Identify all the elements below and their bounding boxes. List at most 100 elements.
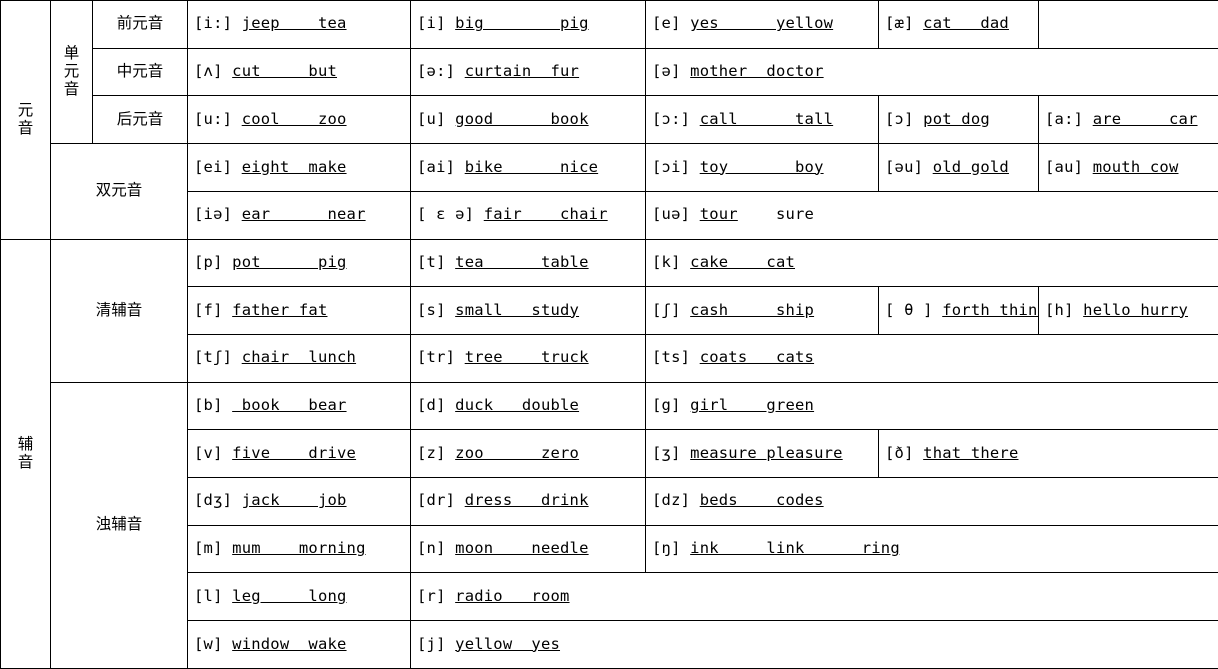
phoneme-cell: [k] cake cat	[645, 238, 1218, 288]
phoneme-cell: [u:] cool zoo	[187, 95, 411, 145]
subsection-header-monophthong: 单元音	[50, 0, 93, 145]
phoneme-cell: [dʒ] jack job	[187, 477, 411, 526]
phoneme-cell: [w] window wake	[187, 620, 411, 669]
phoneme-examples: small study	[455, 300, 580, 319]
phoneme-examples: mum morning	[232, 539, 366, 558]
phoneme-cell: [ai] bike nice	[410, 143, 646, 192]
phoneme-cell: [u] good book	[410, 95, 646, 145]
phoneme-symbol: [d]	[417, 396, 446, 415]
phoneme-examples: duck double	[455, 396, 580, 415]
table-row-voiceless-1: 辅音 清辅音 [p] pot pig [t] tea table [k] cak…	[0, 238, 1218, 669]
phoneme-cell: [ʌ] cut but	[187, 47, 411, 97]
phoneme-examples: toy boy	[699, 157, 824, 176]
phoneme-symbol: [ʃ]	[652, 300, 681, 319]
phoneme-examples: tour sure	[699, 205, 815, 224]
phoneme-cell: [ts] coats cats	[645, 333, 1218, 383]
phoneme-cell: [ɔi] toy boy	[645, 143, 879, 192]
phoneme-symbol: [m]	[194, 539, 223, 558]
phoneme-examples: good book	[455, 109, 589, 128]
table-row-diphthong-1: 双元音 [ei] eight make [ai] bike nice [ɔi] …	[1, 143, 1218, 240]
table-row-front-vowel: 元音 单元音 前元音 [i:] jeep tea [i] big pig [e]…	[0, 0, 1218, 240]
phoneme-cell: [s] small study	[410, 286, 646, 335]
phoneme-examples: mother doctor	[690, 62, 824, 81]
phoneme-examples: eight make	[241, 157, 347, 176]
phoneme-cell: [p] pot pig	[187, 238, 411, 288]
phoneme-examples: five drive	[232, 443, 357, 462]
phoneme-cell-empty	[1038, 0, 1218, 49]
phoneme-symbol: [ai]	[417, 157, 456, 176]
phoneme-examples: cash ship	[690, 300, 815, 319]
phoneme-cell: [t] tea table	[410, 238, 646, 288]
phoneme-symbol: [ð]	[885, 443, 914, 462]
phoneme-symbol: [a:]	[1045, 109, 1084, 128]
phoneme-cell: [ ɛ ə] fair chair	[410, 190, 646, 240]
phoneme-examples: girl green	[690, 396, 815, 415]
phoneme-examples: book bear	[232, 396, 347, 415]
phoneme-symbol: [t]	[417, 252, 446, 271]
phoneme-symbol: [dr]	[417, 491, 456, 510]
phoneme-examples: jeep tea	[241, 14, 347, 33]
phoneme-examples: forth think	[942, 300, 1039, 319]
phoneme-symbol: [u]	[417, 109, 446, 128]
phoneme-cell: [au] mouth cow	[1038, 143, 1218, 192]
phoneme-cell: [tʃ] chair lunch	[187, 333, 411, 383]
phoneme-symbol: [tr]	[417, 348, 456, 367]
phoneme-examples: radio room	[455, 586, 570, 605]
phoneme-cell: [f] father fat	[187, 286, 411, 335]
phoneme-examples: chair lunch	[241, 348, 357, 367]
phoneme-examples: tea table	[455, 252, 589, 271]
phoneme-symbol: [ɔ:]	[652, 109, 691, 128]
phoneme-cell: [iə] ear near	[187, 190, 411, 240]
phoneme-symbol: [dʒ]	[194, 491, 233, 510]
phoneme-symbol: [tʃ]	[194, 348, 233, 367]
row-header-mid-vowel: 中元音	[92, 47, 188, 97]
phoneme-examples: dress drink	[464, 491, 589, 510]
phoneme-examples: pot pig	[232, 252, 347, 271]
phoneme-example-underlined: tour	[699, 205, 738, 224]
phoneme-symbol: [j]	[417, 634, 446, 653]
phoneme-symbol: [ts]	[652, 348, 691, 367]
phoneme-symbol: [v]	[194, 443, 223, 462]
phoneme-cell: [m] mum morning	[187, 524, 411, 574]
table-row-back-vowel: 后元音 [u:] cool zoo [u] good book [ɔ:] cal…	[1, 95, 1218, 145]
phoneme-cell: [ɔ:] call tall	[645, 95, 879, 145]
phoneme-examples: mouth cow	[1092, 157, 1179, 176]
subsection-header-voiceless: 清辅音	[50, 238, 188, 383]
phoneme-symbol: [i]	[417, 14, 446, 33]
section-header-consonant: 辅音	[0, 238, 51, 669]
phoneme-cell: [tr] tree truck	[410, 333, 646, 383]
phoneme-cell: [i:] jeep tea	[187, 0, 411, 49]
phoneme-symbol: [i:]	[194, 14, 233, 33]
phoneme-examples: old gold	[932, 157, 1009, 176]
phoneme-cell: [b] book bear	[187, 381, 411, 431]
phoneme-cell: [v] five drive	[187, 429, 411, 479]
phoneme-symbol: [æ]	[885, 14, 914, 33]
phoneme-cell: [ɔ] pot dog	[878, 95, 1039, 145]
phoneme-symbol: [e]	[652, 14, 681, 33]
phoneme-symbol: [ei]	[194, 157, 233, 176]
phoneme-symbol: [əu]	[885, 157, 924, 176]
phoneme-cell: [i] big pig	[410, 0, 646, 49]
phoneme-symbol: [iə]	[194, 205, 233, 224]
phoneme-examples: are car	[1092, 109, 1198, 128]
phoneme-cell: [e] yes yellow	[645, 0, 879, 49]
phoneme-cell: [z] zoo zero	[410, 429, 646, 479]
phoneme-symbol: [l]	[194, 586, 223, 605]
phoneme-symbol: [ʒ]	[652, 443, 681, 462]
phoneme-examples: cool zoo	[241, 109, 347, 128]
phoneme-cell: [æ] cat dad	[878, 0, 1039, 49]
row-header-back-vowel: 后元音	[92, 95, 188, 145]
phoneme-examples: tree truck	[464, 348, 589, 367]
phoneme-examples: big pig	[455, 14, 589, 33]
phoneme-cell: [n] moon needle	[410, 524, 646, 574]
phoneme-cell: [ θ ] forth think	[878, 286, 1039, 335]
phoneme-cell: [j] yellow yes	[410, 620, 1218, 669]
phoneme-symbol: [ə:]	[417, 62, 456, 81]
phoneme-examples: yellow yes	[455, 634, 561, 653]
phoneme-cell: [r] radio room	[410, 572, 1218, 622]
phoneme-examples: leg long	[232, 586, 347, 605]
phoneme-cell: [ə] mother doctor	[645, 47, 1218, 97]
phoneme-examples: hello hurry	[1083, 300, 1189, 319]
phoneme-examples: moon needle	[455, 539, 589, 558]
row-header-front-vowel: 前元音	[92, 0, 188, 49]
